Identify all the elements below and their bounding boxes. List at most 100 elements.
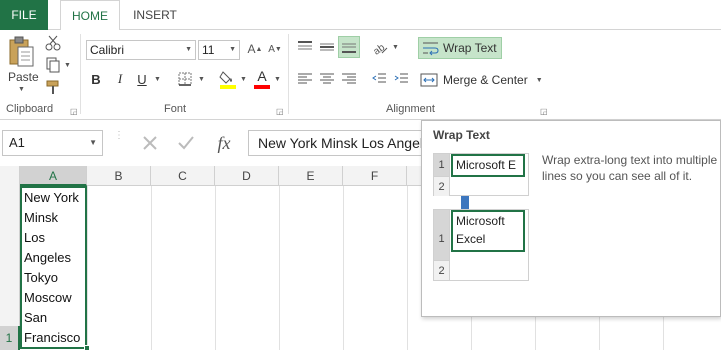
tab-file[interactable]: FILE bbox=[0, 0, 48, 30]
ribbon-tab-bar: FILE HOME INSERT bbox=[0, 0, 721, 31]
cell-a1[interactable]: New York Minsk Los Angeles Tokyo Moscow … bbox=[20, 186, 87, 349]
decrease-font-size-icon[interactable]: A ▼ bbox=[266, 40, 284, 58]
clipboard-group-label: Clipboard bbox=[6, 103, 54, 115]
chevron-down-icon: ▼ bbox=[89, 138, 97, 147]
gridline bbox=[343, 186, 344, 350]
align-right-icon[interactable] bbox=[340, 70, 358, 88]
orientation-dropdown-icon[interactable]: ▼ bbox=[392, 44, 399, 51]
decrease-indent-icon[interactable] bbox=[370, 70, 388, 88]
clipboard-launcher-icon[interactable]: ◲ bbox=[70, 107, 78, 116]
cell-line: Tokyo bbox=[24, 270, 58, 285]
row-header-1[interactable]: 1 bbox=[0, 326, 20, 350]
paste-dropdown-icon[interactable]: ▼ bbox=[18, 86, 25, 93]
italic-button[interactable]: I bbox=[112, 70, 128, 88]
cell-line: Angeles bbox=[24, 250, 71, 265]
mini-cell-line: Microsoft bbox=[456, 214, 505, 228]
tooltip-description: Wrap extra-long text into multiple lines… bbox=[542, 153, 718, 183]
tab-insert[interactable]: INSERT bbox=[128, 0, 182, 30]
bold-button[interactable]: B bbox=[88, 70, 104, 88]
underline-button[interactable]: U bbox=[134, 70, 150, 88]
chevron-down-icon: ▼ bbox=[229, 46, 236, 53]
merge-center-icon bbox=[420, 73, 438, 87]
gridline bbox=[151, 186, 152, 350]
column-header-d[interactable]: D bbox=[215, 166, 279, 186]
mini-row-header: 2 bbox=[434, 176, 450, 196]
group-separator bbox=[288, 34, 289, 114]
borders-dropdown-icon[interactable]: ▼ bbox=[198, 76, 205, 83]
merge-center-button[interactable]: Merge & Center ▼ bbox=[420, 70, 546, 90]
cell-line: San bbox=[24, 310, 48, 325]
cell-line: Moscow bbox=[24, 290, 72, 305]
font-size-combo[interactable]: 11 ▼ bbox=[198, 40, 240, 60]
orientation-icon[interactable]: ab bbox=[370, 38, 390, 56]
font-name-combo[interactable]: Calibri ▼ bbox=[86, 40, 196, 60]
column-header-b[interactable]: B bbox=[87, 166, 151, 186]
cut-icon[interactable] bbox=[44, 34, 62, 52]
merge-center-label: Merge & Center bbox=[443, 73, 528, 87]
font-size-value: 11 bbox=[202, 43, 215, 57]
mini-row-header: 1 bbox=[434, 154, 450, 176]
gridline bbox=[279, 186, 280, 350]
font-color-dropdown-icon[interactable]: ▼ bbox=[274, 76, 281, 83]
font-group-label: Font bbox=[164, 103, 187, 115]
fill-handle[interactable] bbox=[84, 345, 90, 350]
merge-dropdown-icon[interactable]: ▼ bbox=[536, 77, 543, 84]
column-header-c[interactable]: C bbox=[151, 166, 215, 186]
cell-line: Minsk bbox=[24, 210, 58, 225]
before-example: 1 2 Microsoft E bbox=[433, 153, 529, 196]
name-box[interactable]: A1 ▼ bbox=[2, 130, 103, 156]
middle-align-icon[interactable] bbox=[318, 38, 336, 56]
increase-font-size-icon[interactable]: A ▲ bbox=[246, 40, 264, 58]
alignment-group-label: Alignment bbox=[386, 103, 435, 115]
align-center-icon[interactable] bbox=[318, 70, 336, 88]
top-align-icon[interactable] bbox=[296, 38, 314, 56]
mini-cell: Microsoft E bbox=[451, 154, 525, 177]
svg-text:ab: ab bbox=[372, 42, 388, 55]
underline-dropdown-icon[interactable]: ▼ bbox=[154, 76, 161, 83]
row-headers: 1 bbox=[0, 186, 20, 350]
bottom-align-icon[interactable] bbox=[338, 36, 360, 58]
insert-function-icon[interactable]: fx bbox=[210, 130, 238, 156]
gridline bbox=[87, 186, 88, 350]
gridline bbox=[407, 186, 408, 350]
cell-line: Francisco bbox=[24, 330, 81, 345]
select-all-corner[interactable] bbox=[0, 166, 20, 186]
format-painter-icon[interactable] bbox=[44, 78, 62, 96]
tooltip-title: Wrap Text bbox=[433, 128, 490, 142]
increase-indent-icon[interactable] bbox=[392, 70, 410, 88]
column-header-e[interactable]: E bbox=[279, 166, 343, 186]
cell-line: Los bbox=[24, 230, 45, 245]
formula-input[interactable]: New York Minsk Los Angeles Tokyo Moscow … bbox=[248, 130, 428, 156]
borders-icon[interactable] bbox=[176, 70, 194, 88]
font-launcher-icon[interactable]: ◲ bbox=[276, 107, 284, 116]
mini-cell: Microsoft Excel bbox=[451, 210, 525, 252]
cancel-icon[interactable] bbox=[138, 132, 162, 154]
wrap-text-label: Wrap Text bbox=[443, 41, 497, 55]
paste-label[interactable]: Paste bbox=[8, 70, 39, 84]
wrap-text-button[interactable]: Wrap Text bbox=[418, 37, 502, 59]
mini-row-header: 2 bbox=[434, 260, 450, 280]
cell-line: New York bbox=[24, 190, 79, 205]
fill-color-icon[interactable] bbox=[218, 68, 238, 90]
clipboard-icon bbox=[9, 36, 34, 67]
align-left-icon[interactable] bbox=[296, 70, 314, 88]
fill-color-dropdown-icon[interactable]: ▼ bbox=[240, 76, 247, 83]
copy-dropdown-icon[interactable]: ▼ bbox=[64, 62, 71, 69]
mini-cell-line: Excel bbox=[456, 232, 486, 246]
column-header-a[interactable]: A bbox=[20, 166, 87, 186]
wrap-text-tooltip: Wrap Text Wrap extra-long text into mult… bbox=[421, 120, 721, 317]
gridline bbox=[215, 186, 216, 350]
enter-icon[interactable] bbox=[174, 132, 198, 154]
copy-icon[interactable] bbox=[44, 56, 62, 74]
font-name-value: Calibri bbox=[90, 43, 125, 57]
alignment-launcher-icon[interactable]: ◲ bbox=[540, 107, 548, 116]
group-separator bbox=[80, 34, 81, 114]
font-color-icon[interactable]: A bbox=[252, 68, 272, 90]
tab-home[interactable]: HOME bbox=[60, 0, 120, 31]
chevron-down-icon: ▼ bbox=[185, 46, 192, 53]
after-example: 1 2 Microsoft Excel bbox=[433, 209, 529, 281]
paste-button[interactable] bbox=[6, 34, 36, 70]
column-header-f[interactable]: F bbox=[343, 166, 407, 186]
wrap-text-icon bbox=[423, 42, 439, 56]
formula-bar-grip[interactable]: ⋮ bbox=[114, 131, 124, 154]
